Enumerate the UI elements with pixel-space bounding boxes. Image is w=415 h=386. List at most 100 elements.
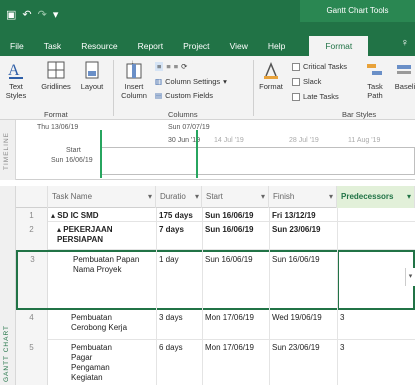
task-path-button[interactable]: Task Path	[362, 60, 388, 100]
format-group-label: Format	[44, 110, 68, 119]
start-cell[interactable]: Sun 16/06/19	[202, 222, 256, 238]
finish-cell[interactable]: Sun 23/06/19	[269, 340, 323, 356]
tab-report[interactable]: Report	[128, 36, 174, 56]
row-number: 3	[18, 252, 48, 308]
checkbox-icon[interactable]	[292, 77, 300, 86]
chevron-down-icon[interactable]: ▾	[405, 268, 415, 286]
duration-cell[interactable]: 3 days	[156, 310, 186, 326]
timeline-tick: 14 Jul '19	[214, 137, 244, 144]
insert-column-button[interactable]: ↓ Insert Column	[116, 60, 152, 100]
tab-project[interactable]: Project	[173, 36, 219, 56]
column-settings-button[interactable]: ▥ Column Settings ▾	[155, 77, 227, 86]
column-header-predecessors[interactable]: Predecessors ▾	[337, 186, 415, 208]
lightbulb-icon[interactable]: ♀	[401, 37, 409, 49]
task-name-cell[interactable]: Pembuatan Pagar Pengaman Kegiatan	[68, 340, 128, 386]
align-left-icon[interactable]: ≡	[155, 62, 164, 71]
critical-tasks-checkbox[interactable]: Critical Tasks	[292, 62, 347, 71]
custom-fields-button[interactable]: ▤ Custom Fields	[155, 91, 213, 100]
timeline-side-label: TIMELINE	[0, 120, 16, 180]
timeline-start-marker	[100, 130, 102, 178]
column-divider	[202, 208, 203, 385]
timeline-today-label: Sun 07/07/19	[168, 124, 210, 131]
select-all-cell[interactable]	[16, 186, 48, 208]
text-styles-icon: A	[8, 62, 23, 79]
chevron-down-icon[interactable]: ▾	[329, 186, 333, 208]
tab-view[interactable]: View	[220, 36, 258, 56]
duration-cell[interactable]: 7 days	[156, 222, 187, 238]
quick-access-toolbar: ▣ ↶ ↷ ▾	[6, 8, 58, 21]
late-tasks-checkbox[interactable]: Late Tasks	[292, 92, 339, 101]
finish-cell[interactable]: Sun 16/06/19	[269, 252, 323, 268]
customize-qat-icon[interactable]: ▾	[53, 8, 59, 21]
finish-cell[interactable]: Wed 19/06/19	[269, 310, 325, 326]
checkbox-icon[interactable]	[292, 92, 300, 101]
column-header-start[interactable]: Start ▾	[202, 186, 269, 208]
format-button[interactable]: Format	[256, 60, 286, 91]
table-row[interactable]: 5 Pembuatan Pagar Pengaman Kegiatan 6 da…	[16, 340, 415, 385]
columns-group-label: Columns	[168, 110, 198, 119]
predecessors-cell[interactable]: 3	[337, 340, 347, 356]
duration-cell[interactable]: 6 days	[156, 340, 186, 356]
svg-text:↓: ↓	[131, 60, 134, 66]
ribbon-separator	[253, 60, 254, 116]
predecessors-edit-cell[interactable]	[337, 250, 415, 310]
chevron-down-icon[interactable]: ▾	[407, 186, 411, 208]
align-buttons[interactable]: ≡ ≡ ≡ ⟳	[155, 62, 187, 71]
start-cell[interactable]: Sun 16/06/19	[202, 252, 256, 268]
task-name-cell[interactable]: Pembuatan Papan Nama Proyek	[70, 252, 150, 278]
undo-icon[interactable]: ↶	[22, 8, 31, 21]
chevron-down-icon[interactable]: ▾	[261, 186, 265, 208]
column-header-task-name[interactable]: Task Name ▾	[48, 186, 156, 208]
text-styles-label: Text Styles	[5, 82, 27, 100]
bar-styles-group-label: Bar Styles	[342, 110, 377, 119]
redo-icon[interactable]: ↷	[38, 8, 47, 21]
row-number: 5	[16, 340, 48, 385]
align-right-icon[interactable]: ≡	[174, 62, 178, 71]
tab-format[interactable]: Format	[309, 36, 369, 56]
timeline-bar-area[interactable]	[100, 147, 415, 175]
gridlines-button[interactable]: Gridlines	[38, 60, 74, 91]
format-label: Format	[259, 82, 283, 91]
insert-column-label: Insert Column	[121, 82, 147, 100]
row-number: 1	[16, 208, 48, 222]
predecessors-cell[interactable]: 3	[337, 310, 347, 326]
svg-text:A: A	[8, 62, 20, 79]
slack-checkbox[interactable]: Slack	[292, 77, 321, 86]
duration-cell[interactable]: 1 day	[156, 252, 182, 268]
checkbox-icon[interactable]	[292, 62, 300, 71]
baseline-icon	[397, 65, 411, 74]
baseline-button[interactable]: Baseli	[392, 60, 415, 91]
tab-help[interactable]: Help	[258, 36, 295, 56]
timeline-start-date: Sun 16/06/19	[51, 157, 93, 164]
contextual-tab-label: Gantt Chart Tools	[300, 0, 415, 22]
tab-resource[interactable]: Resource	[71, 36, 127, 56]
insert-column-icon: ↓	[126, 60, 142, 79]
table-row[interactable]: 4 Pembuatan Cerobong Kerja 3 days Mon 17…	[16, 310, 415, 340]
tab-task[interactable]: Task	[34, 36, 71, 56]
wrap-text-icon[interactable]: ⟳	[181, 62, 187, 71]
critical-tasks-label: Critical Tasks	[303, 62, 348, 71]
start-cell[interactable]: Mon 17/06/19	[202, 340, 257, 356]
chevron-down-icon: ▾	[223, 77, 227, 86]
chevron-down-icon[interactable]: ▾	[195, 186, 199, 208]
finish-cell[interactable]: Sun 23/06/19	[269, 222, 323, 238]
task-name-cell[interactable]: Pembuatan Cerobong Kerja	[68, 310, 150, 336]
timeline-today-marker	[196, 130, 198, 178]
save-icon[interactable]: ▣	[6, 8, 16, 21]
task-name-cell[interactable]: ▴ PEKERJAAN PERSIAPAN	[54, 222, 154, 248]
column-header-duration[interactable]: Duratio ▾	[156, 186, 202, 208]
start-cell[interactable]: Mon 17/06/19	[202, 310, 257, 326]
text-styles-button[interactable]: A Text Styles	[3, 60, 29, 100]
custom-fields-icon: ▤	[155, 91, 163, 100]
table-row[interactable]: 1 ▴ SD IC SMD 175 days Sun 16/06/19 Fri …	[16, 208, 415, 222]
chevron-down-icon[interactable]: ▾	[148, 186, 152, 208]
align-center-icon[interactable]: ≡	[166, 62, 170, 71]
custom-fields-label: Custom Fields	[165, 91, 214, 100]
late-tasks-label: Late Tasks	[303, 92, 339, 101]
tab-file[interactable]: File	[0, 36, 34, 56]
layout-button[interactable]: Layout	[77, 60, 107, 91]
table-row[interactable]: 2 ▴ PEKERJAAN PERSIAPAN 7 days Sun 16/06…	[16, 222, 415, 250]
row-number: 4	[16, 310, 48, 340]
column-header-finish[interactable]: Finish ▾	[269, 186, 337, 208]
layout-icon	[85, 61, 99, 79]
